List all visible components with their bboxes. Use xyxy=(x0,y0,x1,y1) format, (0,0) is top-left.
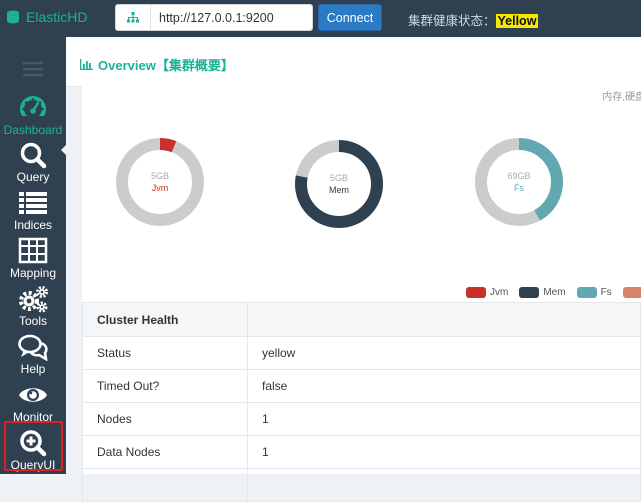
donut-track xyxy=(116,138,204,226)
row-value: 1 xyxy=(247,402,641,436)
list-icon xyxy=(19,192,47,214)
legend-label: Mem xyxy=(543,287,566,298)
legend-swatch xyxy=(466,287,486,298)
comments-icon xyxy=(18,334,48,361)
legend-label: Fs xyxy=(600,287,612,298)
table-header-empty xyxy=(247,302,641,337)
eye-icon xyxy=(19,388,47,402)
overview-panel: 内存,硬盘 5GBJvm5GBMem69GBFs Jvm Mem Fs F Cl… xyxy=(82,84,641,502)
legend-swatch xyxy=(622,287,641,298)
legend-label: Jvm xyxy=(490,287,509,298)
row-key: Nodes xyxy=(82,402,248,436)
url-input[interactable] xyxy=(151,9,311,26)
queryui-highlight-box xyxy=(4,421,63,471)
row-key: Data Nodes xyxy=(82,435,248,469)
row-key xyxy=(82,468,248,502)
legend-item-fs[interactable]: Fs xyxy=(576,287,612,298)
table-row: Data Nodes 1 xyxy=(82,435,641,469)
sidebar-item-label: Tools xyxy=(18,314,47,328)
donut-fs[interactable]: 69GB Fs xyxy=(475,138,563,226)
legend-item-jvm[interactable]: Jvm xyxy=(466,287,508,298)
sidebar-item-indices[interactable]: Indices xyxy=(0,189,66,232)
sidebar-item-mapping[interactable]: Mapping xyxy=(0,237,66,280)
connect-button[interactable]: Connect xyxy=(318,4,382,31)
app-brand[interactable]: ElasticHD xyxy=(6,9,87,25)
dashboard-icon xyxy=(18,96,48,122)
menu-toggle-icon[interactable] xyxy=(23,61,43,82)
cluster-health-badge: Yellow xyxy=(495,14,539,28)
usage-donut-charts: 5GB Jvm 5GB Mem 69GB Fs xyxy=(116,138,563,228)
donut-mem[interactable]: 5GB Mem xyxy=(295,140,383,228)
sidebar-item-dashboard[interactable]: Dashboard xyxy=(0,94,66,137)
donut-name-label: Fs xyxy=(514,183,524,193)
row-value: yellow xyxy=(247,336,641,370)
legend-item-f[interactable]: F xyxy=(622,287,641,298)
row-key: Timed Out? xyxy=(82,369,248,403)
cluster-health-table: Cluster Health Status yellow Timed Out? … xyxy=(82,302,641,502)
page-title-text: Overview【集群概要】 xyxy=(98,58,234,73)
legend-swatch xyxy=(519,287,540,298)
sidebar-item-help[interactable]: Help xyxy=(0,333,66,376)
page-title: Overview【集群概要】 xyxy=(80,55,234,74)
legend-item-mem[interactable]: Mem xyxy=(519,287,566,298)
row-value: 1 xyxy=(247,435,641,469)
donut-size-label: 5GB xyxy=(151,171,169,181)
table-header-row: Cluster Health xyxy=(82,302,641,337)
donut-jvm[interactable]: 5GB Jvm xyxy=(116,138,204,226)
cluster-health-label: 集群健康状态： xyxy=(408,14,496,28)
table-header: Cluster Health xyxy=(82,302,248,337)
cogs-icon xyxy=(19,286,48,313)
database-icon xyxy=(7,10,19,24)
overview-header: Overview【集群概要】 xyxy=(66,37,641,87)
row-value xyxy=(247,468,641,502)
sidebar: Dashboard Query Indices Mapping Tools He… xyxy=(0,37,67,474)
donut-size-label: 69GB xyxy=(507,171,530,181)
app-name: ElasticHD xyxy=(26,9,88,25)
sidebar-item-label: Indices xyxy=(13,218,53,232)
sidebar-item-label: Help xyxy=(20,362,46,376)
search-icon xyxy=(20,142,47,169)
top-bar: ElasticHD Connect 集群健康状态：Yellow xyxy=(0,0,641,37)
cluster-health-status: 集群健康状态： Yellow xyxy=(408,10,539,29)
sidebar-item-label: Mapping xyxy=(9,266,57,280)
table-icon xyxy=(18,237,48,264)
donut-name-label: Jvm xyxy=(152,183,169,193)
sidebar-item-label: Dashboard xyxy=(3,123,63,137)
bar-chart-icon xyxy=(80,59,93,70)
url-field[interactable] xyxy=(115,4,313,31)
sidebar-item-tools[interactable]: Tools xyxy=(0,285,66,328)
table-row xyxy=(82,468,641,502)
table-row: Nodes 1 xyxy=(82,402,641,436)
legend-swatch xyxy=(576,287,597,298)
donut-size-label: 5GB xyxy=(330,173,348,183)
donut-name-label: Mem xyxy=(329,185,349,195)
sidebar-item-label: Query xyxy=(16,170,50,184)
sitemap-icon xyxy=(116,5,151,30)
sidebar-item-query[interactable]: Query xyxy=(0,141,66,184)
table-row: Timed Out? false xyxy=(82,369,641,403)
table-row: Status yellow xyxy=(82,336,641,370)
row-key: Status xyxy=(82,336,248,370)
sidebar-item-monitor[interactable]: Monitor xyxy=(0,381,66,424)
chart-legend: Jvm Mem Fs F xyxy=(466,287,641,298)
row-value: false xyxy=(247,369,641,403)
